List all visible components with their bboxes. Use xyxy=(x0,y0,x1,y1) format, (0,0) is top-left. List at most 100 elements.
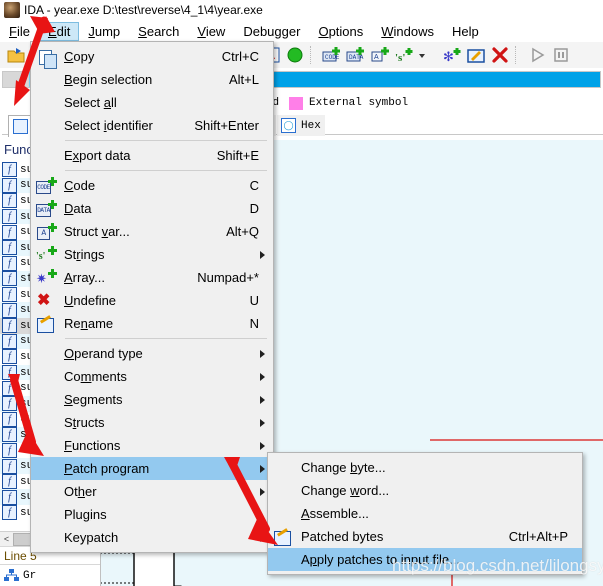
menu-item-select-all[interactable]: Select all xyxy=(31,91,273,114)
menu-item-shortcut: Shift+E xyxy=(216,148,259,163)
menu-item-shortcut: Shift+Enter xyxy=(194,118,259,133)
menu-item-begin-selection[interactable]: Begin selection Alt+L xyxy=(31,68,273,91)
menu-item-shortcut: Alt+L xyxy=(229,72,259,87)
tab-hex[interactable]: ◯ Hex xyxy=(277,115,325,136)
menu-item-structs[interactable]: Structs xyxy=(31,411,273,434)
function-icon: f xyxy=(2,365,17,381)
make-string-icon[interactable]: 's' xyxy=(393,44,415,66)
menu-item-change-byte[interactable]: Change byte... xyxy=(268,456,582,479)
watermark-text: https://blog.csdn.net/lilongsy xyxy=(392,556,603,575)
menu-item-plugins[interactable]: Plugins xyxy=(31,503,273,526)
menu-icon-placeholder xyxy=(35,94,57,112)
menu-item-undefine[interactable]: ✖ Undefine U xyxy=(31,289,273,312)
menu-icon-placeholder xyxy=(272,459,294,477)
submenu-arrow-icon xyxy=(260,487,265,496)
menu-item-select-identifier[interactable]: Select identifier Shift+Enter xyxy=(31,114,273,137)
pause-icon[interactable] xyxy=(550,44,572,66)
make-array-icon[interactable]: ✻ xyxy=(441,44,463,66)
menu-icon-placeholder xyxy=(272,551,294,569)
undefine-icon[interactable] xyxy=(489,44,511,66)
svg-text:CODE: CODE xyxy=(325,54,340,61)
function-icon: f xyxy=(2,240,17,256)
menu-item-shortcut: N xyxy=(249,316,259,331)
menubar-item-view[interactable]: View xyxy=(188,22,234,41)
menu-icon-placeholder xyxy=(35,391,57,409)
legend-swatch-external xyxy=(289,96,304,110)
menubar-item-jump[interactable]: Jump xyxy=(79,22,129,41)
menubar-item-options[interactable]: Options xyxy=(309,22,372,41)
menu-item-label: Functions xyxy=(64,438,121,453)
menu-item-other[interactable]: Other xyxy=(31,480,273,503)
menu-item-label: Plugins xyxy=(64,507,107,522)
menu-item-label: Structs xyxy=(64,415,105,430)
submenu-arrow-icon xyxy=(260,533,265,542)
svg-text:'s': 's' xyxy=(395,52,405,64)
title-bar: IDA - year.exe D:\test\reverse\4_1\4\yea… xyxy=(0,0,603,20)
function-icon: f xyxy=(2,271,17,287)
menu-item-shortcut: Alt+Q xyxy=(226,224,259,239)
function-icon: f xyxy=(2,255,17,271)
menu-item-label: Assemble... xyxy=(301,506,369,521)
menu-item-label: Select identifier xyxy=(64,118,153,133)
edit-dropdown-menu[interactable]: Copy Ctrl+C Begin selection Alt+L Select all… xyxy=(30,41,274,553)
undefine-icon: ✖ xyxy=(37,291,51,309)
menu-item-struct-var[interactable]: A Struct var... Alt+Q xyxy=(31,220,273,243)
menubar-item-file[interactable]: File xyxy=(0,22,39,41)
menu-item-patch-program[interactable]: Patch program xyxy=(31,457,273,480)
menu-item-label: Change byte... xyxy=(301,460,386,475)
menu-item-functions[interactable]: Functions xyxy=(31,434,273,457)
menu-item-label: Comments xyxy=(64,369,127,384)
run-icon[interactable] xyxy=(526,44,548,66)
make-data-icon[interactable]: DATA xyxy=(345,44,367,66)
menubar-item-help[interactable]: Help xyxy=(443,22,488,41)
rename-icon[interactable] xyxy=(465,44,487,66)
menubar-item-debugger[interactable]: Debugger xyxy=(234,22,309,41)
menu-item-code[interactable]: CODE Code C xyxy=(31,174,273,197)
menu-item-change-word[interactable]: Change word... xyxy=(268,479,582,502)
make-struct-icon[interactable]: A xyxy=(369,44,391,66)
chevron-down-icon[interactable] xyxy=(417,44,439,66)
window-title: IDA - year.exe D:\test\reverse\4_1\4\yea… xyxy=(24,3,263,17)
submenu-arrow-icon xyxy=(260,395,265,404)
menu-item-strings[interactable]: 's' Strings xyxy=(31,243,273,266)
function-icon: f xyxy=(2,489,17,505)
menu-item-rename[interactable]: Rename N xyxy=(31,312,273,335)
rename-icon xyxy=(35,315,57,333)
menu-bar: File Edit Jump Search View Debugger Opti… xyxy=(0,20,603,42)
menu-item-copy[interactable]: Copy Ctrl+C xyxy=(31,45,273,69)
svg-text:A: A xyxy=(374,54,379,61)
hex-icon: ◯ xyxy=(281,118,296,133)
menu-item-patched-bytes[interactable]: Patched bytes Ctrl+Alt+P xyxy=(268,525,582,548)
function-icon: f xyxy=(2,287,17,303)
submenu-arrow-icon xyxy=(260,441,265,450)
menubar-item-windows[interactable]: Windows xyxy=(372,22,443,41)
submenu-arrow-icon xyxy=(260,250,265,259)
menu-item-label: Rename xyxy=(64,316,114,331)
menu-item-label: Array... xyxy=(64,270,105,285)
menu-icon-placeholder xyxy=(272,482,294,500)
menu-item-label: Strings xyxy=(64,247,105,262)
menu-item-label: Code xyxy=(64,178,96,193)
make-code-icon[interactable]: CODE xyxy=(321,44,343,66)
menu-item-shortcut: Ctrl+C xyxy=(221,49,259,64)
green-circle-icon[interactable] xyxy=(284,44,306,66)
menu-item-assemble[interactable]: Assemble... xyxy=(268,502,582,525)
menu-item-shortcut: U xyxy=(249,293,259,308)
function-icon: f xyxy=(2,427,17,443)
menu-item-keypatch[interactable]: Keypatch xyxy=(31,526,273,549)
make-struct-icon: A xyxy=(35,222,57,241)
menu-item-export-data[interactable]: Export data Shift+E xyxy=(31,144,273,167)
menubar-item-search[interactable]: Search xyxy=(129,22,188,41)
menu-item-array[interactable]: ✷ Array... Numpad+* xyxy=(31,266,273,289)
menu-item-data[interactable]: DATA Data D xyxy=(31,197,273,220)
menu-item-comments[interactable]: Comments xyxy=(31,365,273,388)
menubar-item-edit[interactable]: Edit xyxy=(38,21,80,41)
menu-icon-placeholder xyxy=(35,506,57,524)
graph-overview-bar[interactable]: Gr xyxy=(0,564,100,586)
menu-item-segments[interactable]: Segments xyxy=(31,388,273,411)
menu-item-operand-type[interactable]: Operand type xyxy=(31,342,273,365)
function-icon: f xyxy=(2,474,17,490)
open-folder-icon[interactable] xyxy=(5,44,27,66)
menu-item-label: Segments xyxy=(64,392,123,407)
scroll-left-arrow[interactable]: < xyxy=(0,534,13,544)
